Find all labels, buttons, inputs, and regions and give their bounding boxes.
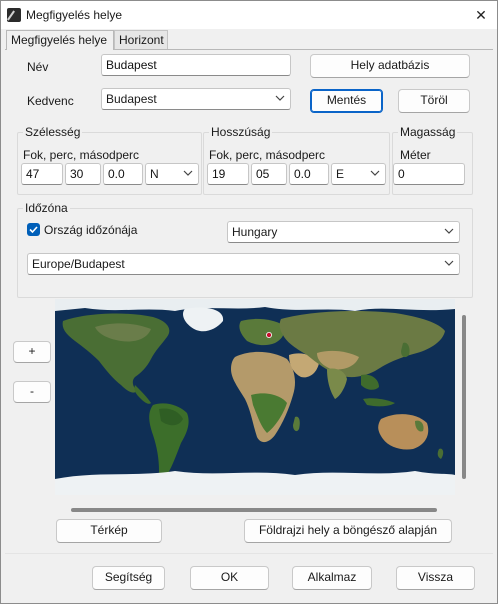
zoom-out-button[interactable]: - (13, 381, 51, 403)
longitude-degrees-input[interactable]: 19 (207, 163, 249, 185)
chevron-down-icon (275, 93, 285, 103)
dialog-window: Megfigyelés helye ✕ Megfigyelés helye Ho… (0, 0, 498, 604)
back-button[interactable]: Vissza (396, 566, 475, 590)
location-marker (265, 332, 272, 339)
country-value: Hungary (232, 225, 278, 239)
world-map-image (55, 299, 455, 495)
latitude-format-label: Fok, perc, másodperc (23, 148, 140, 162)
browser-location-button[interactable]: Földrajzi hely a böngésző alapján (244, 519, 452, 543)
latitude-minutes-input[interactable]: 30 (65, 163, 101, 185)
world-map[interactable] (55, 299, 455, 495)
favorite-dropdown[interactable]: Budapest (101, 88, 291, 110)
map-horizontal-scrollbar[interactable] (71, 508, 437, 512)
longitude-hemisphere-value: E (336, 167, 345, 181)
latitude-degrees-input[interactable]: 47 (21, 163, 63, 185)
save-button[interactable]: Mentés (310, 89, 383, 113)
location-database-button[interactable]: Hely adatbázis (310, 54, 470, 78)
latitude-hemisphere-value: N (150, 167, 159, 181)
name-label: Név (27, 60, 49, 74)
window-title: Megfigyelés helye (26, 8, 123, 22)
longitude-seconds-input[interactable]: 0.0 (289, 163, 329, 185)
country-timezone-label: Ország időzónája (44, 223, 138, 237)
altitude-input[interactable]: 0 (393, 163, 465, 185)
longitude-format-label: Fok, perc, másodperc (209, 148, 326, 162)
timezone-title: Időzóna (23, 201, 70, 215)
app-icon (7, 8, 21, 22)
altitude-unit-label: Méter (400, 148, 431, 162)
longitude-hemisphere-dropdown[interactable]: E (331, 163, 386, 185)
longitude-title: Hosszúság (209, 125, 273, 139)
chevron-down-icon (370, 168, 380, 178)
favorite-label: Kedvenc (27, 94, 74, 108)
apply-button[interactable]: Alkalmaz (292, 566, 372, 590)
help-button[interactable]: Segítség (92, 566, 165, 590)
tab-horizon[interactable]: Horizont (114, 30, 168, 50)
latitude-hemisphere-dropdown[interactable]: N (145, 163, 199, 185)
checkmark-icon (29, 226, 38, 234)
map-vertical-scrollbar[interactable] (462, 315, 466, 479)
country-timezone-checkbox[interactable] (27, 223, 40, 236)
title-bar: Megfigyelés helye ✕ (1, 1, 497, 29)
map-button[interactable]: Térkép (56, 519, 162, 543)
timezone-dropdown[interactable]: Europe/Budapest (27, 253, 460, 275)
country-dropdown[interactable]: Hungary (227, 221, 460, 243)
ok-button[interactable]: OK (190, 566, 269, 590)
timezone-value: Europe/Budapest (32, 257, 125, 271)
tab-location[interactable]: Megfigyelés helye (6, 30, 114, 50)
latitude-title: Szélesség (23, 125, 83, 139)
favorite-value: Budapest (106, 92, 157, 106)
chevron-down-icon (444, 226, 454, 236)
altitude-title: Magasság (398, 125, 458, 139)
close-icon[interactable]: ✕ (469, 4, 493, 26)
zoom-in-button[interactable]: + (13, 341, 51, 363)
delete-button[interactable]: Töröl (398, 89, 470, 113)
name-input[interactable]: Budapest (101, 54, 291, 76)
chevron-down-icon (444, 258, 454, 268)
latitude-seconds-input[interactable]: 0.0 (103, 163, 143, 185)
chevron-down-icon (183, 168, 193, 178)
longitude-minutes-input[interactable]: 05 (251, 163, 287, 185)
footer-divider (5, 553, 493, 554)
